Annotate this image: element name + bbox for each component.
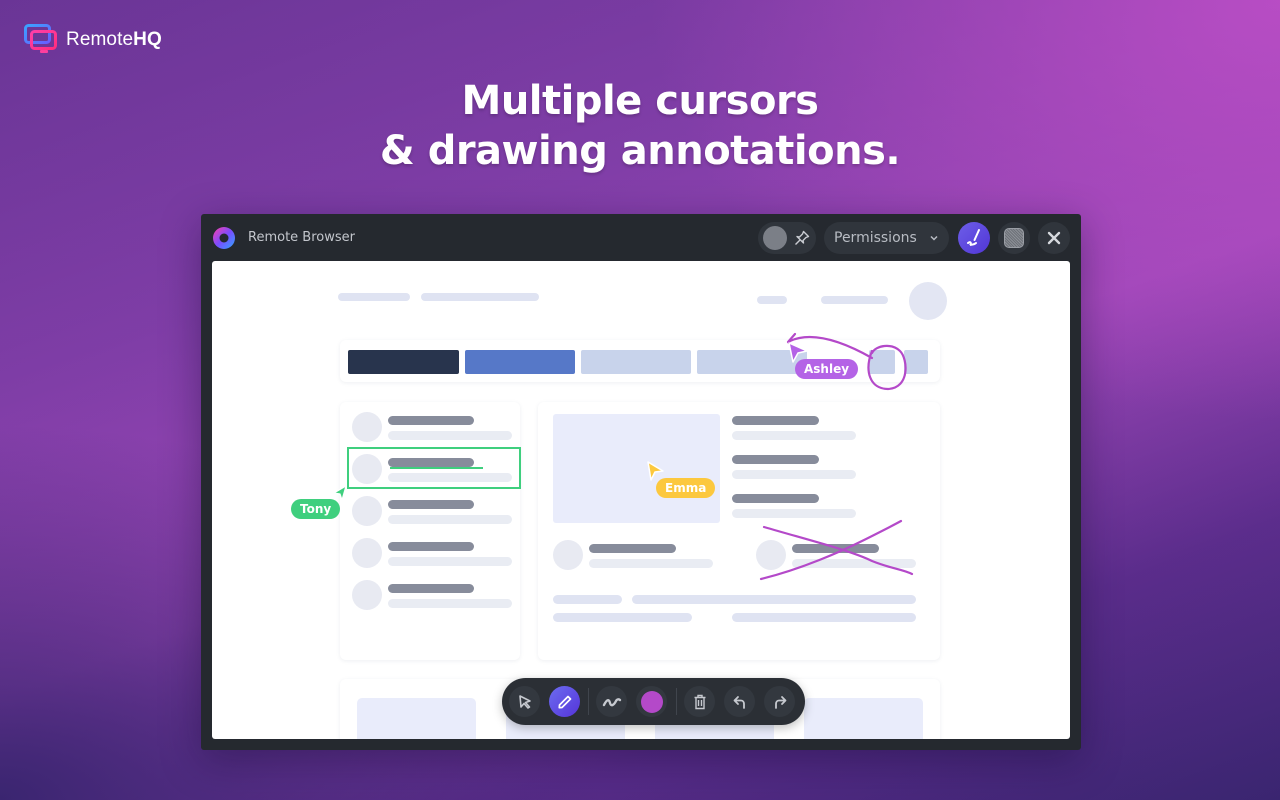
close-icon <box>1047 231 1061 245</box>
page-headline: Multiple cursors & drawing annotations. <box>0 76 1280 176</box>
squiggle-icon <box>602 697 621 706</box>
monitor-logo-icon <box>24 24 57 53</box>
trash-icon <box>694 694 705 709</box>
annotate-button[interactable] <box>958 222 990 254</box>
browser-logo-icon <box>213 227 235 249</box>
pointer-icon <box>518 694 531 709</box>
pin-icon[interactable] <box>793 229 811 247</box>
ashley-cursor-label: Ashley <box>795 359 859 379</box>
remote-page-viewport[interactable]: Ashley Tony Emma <box>212 261 1070 739</box>
pen-tool-button[interactable] <box>549 686 580 717</box>
brand-name: RemoteHQ <box>66 29 162 50</box>
chevron-down-icon <box>930 235 938 241</box>
pen-icon <box>557 695 571 709</box>
headline-line-2: & drawing annotations. <box>379 128 901 174</box>
redo-icon <box>774 695 786 709</box>
delete-button[interactable] <box>684 686 715 717</box>
purple-circle-annotation <box>867 344 907 391</box>
user-avatar[interactable] <box>763 226 787 250</box>
permissions-label: Permissions <box>834 230 917 246</box>
annotate-pen-icon <box>967 229 980 246</box>
toolbar-divider <box>676 688 677 715</box>
remote-browser-window: Remote Browser Permissions Ashley Tony E… <box>201 214 1081 750</box>
blur-button[interactable] <box>998 222 1030 254</box>
purple-cross-annotation <box>759 519 903 581</box>
blur-icon <box>1004 228 1024 248</box>
purple-cross-annotation <box>762 525 914 576</box>
permissions-dropdown[interactable]: Permissions <box>824 222 949 254</box>
brand-logo: RemoteHQ <box>24 24 162 56</box>
select-tool-button[interactable] <box>509 686 540 717</box>
undo-button[interactable] <box>724 686 755 717</box>
window-title: Remote Browser <box>248 230 355 245</box>
window-titlebar: Remote Browser Permissions <box>201 214 1081 261</box>
redo-button[interactable] <box>764 686 795 717</box>
close-button[interactable] <box>1038 222 1070 254</box>
headline-line-1: Multiple cursors <box>461 78 819 124</box>
presence-pill[interactable] <box>758 222 816 254</box>
emma-cursor-label: Emma <box>656 478 716 498</box>
undo-icon <box>733 695 745 709</box>
color-swatch <box>640 690 663 713</box>
drawing-toolbar <box>502 678 805 725</box>
color-picker-button[interactable] <box>636 686 667 717</box>
toolbar-divider <box>588 688 589 715</box>
tony-cursor-label: Tony <box>291 499 341 519</box>
stroke-tool-button[interactable] <box>596 686 627 717</box>
